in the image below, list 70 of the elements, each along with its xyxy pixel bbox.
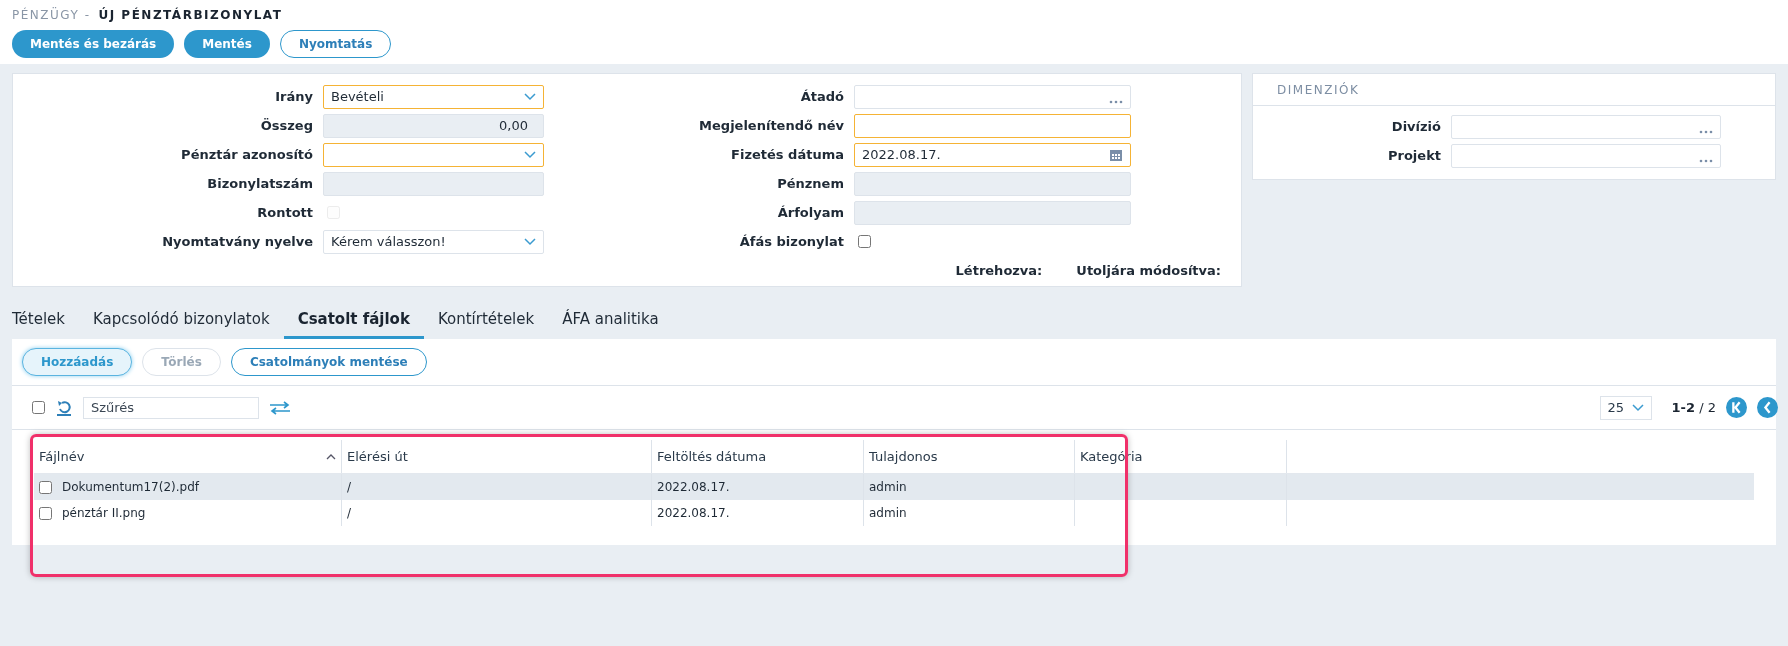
table-cell-text: pénztár II.png — [62, 505, 146, 522]
chevron-down-icon — [1631, 403, 1644, 412]
field-label: Átadó — [799, 87, 844, 106]
table-cell-text: Dokumentum17(2).pdf — [62, 479, 199, 496]
field-label: Összeg — [259, 116, 313, 135]
tab[interactable]: ÁFA analitika — [548, 303, 673, 339]
column-header[interactable]: Fájlnév — [34, 440, 342, 473]
field-label: Fizetés dátuma — [730, 145, 844, 164]
more-icon — [1699, 158, 1713, 163]
input-field[interactable]: 0,00 — [323, 113, 544, 138]
calendar-icon — [1109, 147, 1123, 162]
input-field[interactable] — [1451, 114, 1721, 139]
checkbox[interactable] — [858, 235, 871, 248]
row-checkbox[interactable] — [39, 506, 52, 520]
tab[interactable]: Tételek — [12, 303, 80, 339]
page-range: 1-2 / 2 — [1671, 398, 1716, 417]
chevron-down-icon — [524, 150, 536, 159]
date-field[interactable]: 2022.08.17. — [854, 142, 1131, 167]
field-label: Bizonylatszám — [206, 174, 313, 193]
input-field[interactable] — [1451, 143, 1721, 168]
input-field[interactable] — [854, 171, 1131, 196]
select-all-checkbox[interactable] — [32, 401, 45, 414]
column-header[interactable]: Tulajdonos — [864, 440, 1075, 473]
table-cell-text: admin — [869, 505, 907, 522]
dropdown-field[interactable]: Bevételi — [323, 84, 544, 109]
row-checkbox[interactable] — [39, 480, 52, 494]
tab[interactable]: Kapcsolódó bizonylatok — [79, 303, 284, 339]
action-button[interactable]: Nyomtatás — [279, 30, 392, 58]
field-label: Projekt — [1387, 146, 1441, 165]
panel-button[interactable]: Csatolmányok mentése — [230, 348, 427, 376]
page-size-dropdown[interactable]: 25 — [1599, 395, 1652, 420]
field-label: Árfolyam — [776, 203, 844, 222]
field-label: Divízió — [1390, 117, 1441, 136]
swap-icon[interactable] — [269, 400, 291, 415]
more-icon — [1699, 129, 1713, 134]
field-label: Áfás bizonylat — [738, 232, 844, 251]
chevron-down-icon — [524, 92, 536, 101]
dropdown-field[interactable] — [323, 142, 544, 167]
sort-ascending-icon — [326, 453, 336, 460]
chevron-down-icon — [524, 237, 536, 246]
dropdown-field[interactable]: Kérem válasszon! — [323, 229, 544, 254]
input-field[interactable] — [854, 200, 1131, 225]
input-field[interactable] — [323, 171, 544, 196]
field-label: Irány — [274, 87, 313, 106]
table-row[interactable]: Dokumentum17(2).pdf / 2022.08.17. admin — [34, 474, 1754, 500]
table-cell-text: / — [347, 479, 352, 496]
table-cell-text: / — [347, 505, 352, 522]
meta-label: Utoljára módosítva: — [1076, 262, 1221, 280]
table-cell-text: 2022.08.17. — [657, 505, 730, 522]
column-header[interactable]: Elérési út — [342, 440, 652, 473]
field-label: Pénztár azonosító — [180, 145, 313, 164]
section-title: DIMENZIÓK — [1277, 81, 1360, 99]
breadcrumb-section: PÉNZÜGY - — [12, 6, 91, 24]
meta-label: Létrehozva: — [955, 262, 1043, 280]
tab[interactable]: Kontírtételek — [423, 303, 549, 339]
more-icon — [1109, 99, 1123, 104]
previous-page-icon[interactable] — [1757, 397, 1778, 418]
field-label: Nyomtatvány nyelve — [161, 232, 313, 251]
filter-field[interactable]: Szűrés — [83, 396, 259, 419]
first-page-icon[interactable] — [1726, 397, 1747, 418]
field-label: Megjelenítendő név — [698, 116, 844, 135]
input-field[interactable] — [854, 113, 1131, 138]
input-field[interactable] — [854, 84, 1131, 109]
field-label: Pénznem — [776, 174, 844, 193]
field-label: Rontott — [256, 203, 313, 222]
column-header[interactable]: Feltöltés dátuma — [652, 440, 864, 473]
table-cell-text: 2022.08.17. — [657, 479, 730, 496]
page-title: ÚJ PÉNZTÁRBIZONYLAT — [98, 6, 283, 24]
table-cell-text: admin — [869, 479, 907, 496]
reset-icon[interactable] — [55, 399, 73, 416]
